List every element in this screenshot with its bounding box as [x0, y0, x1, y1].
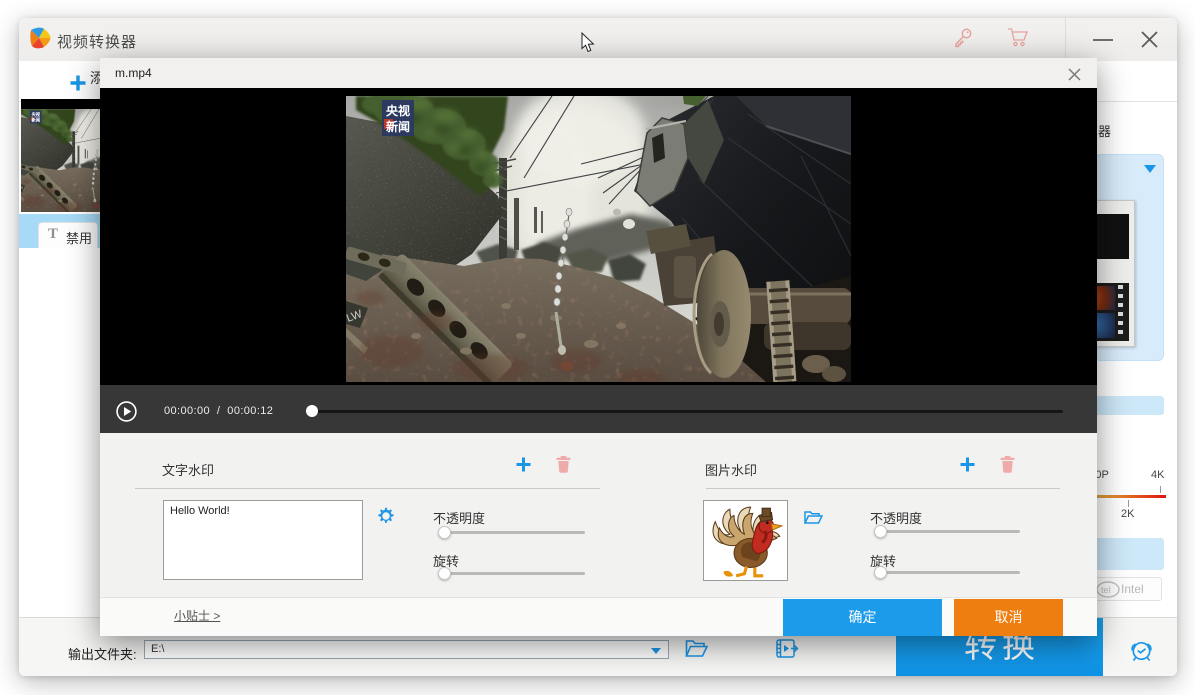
- svg-text:tel: tel: [1101, 585, 1111, 595]
